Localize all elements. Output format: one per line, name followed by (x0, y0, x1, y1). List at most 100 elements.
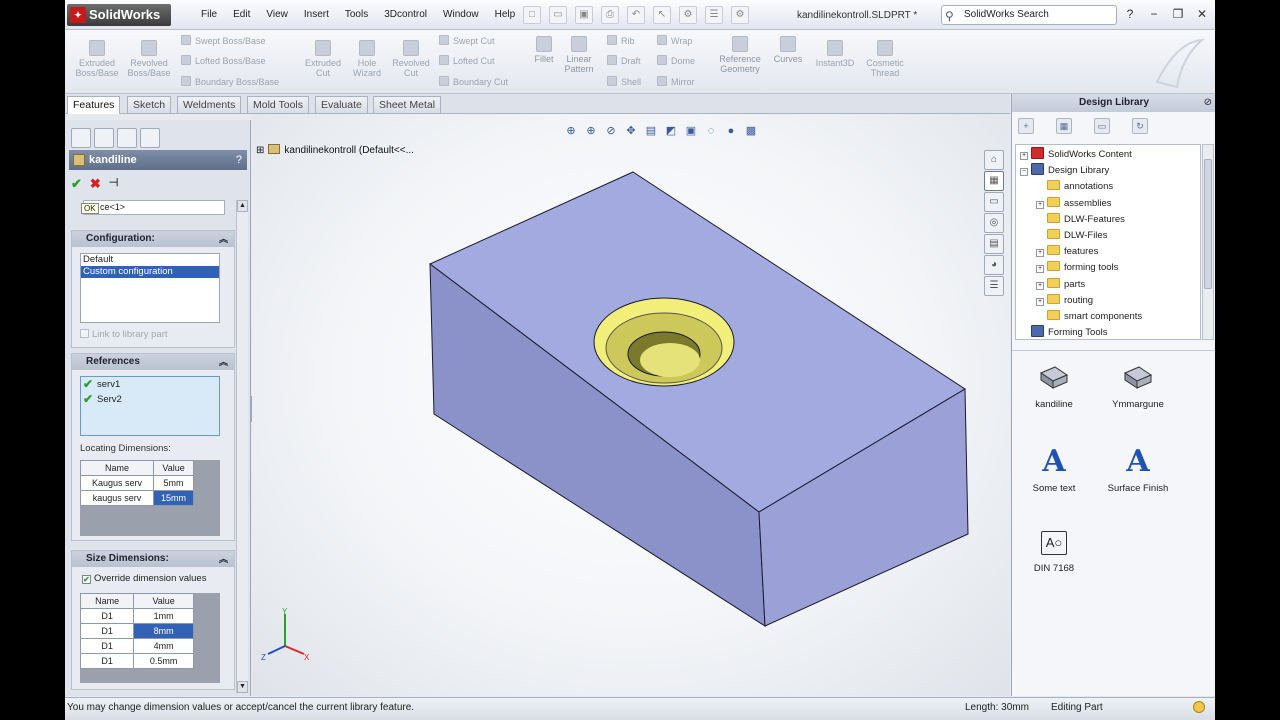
property-manager-scrollbar[interactable]: ▲ ▼ (236, 200, 248, 693)
hole-wizard-button[interactable]: Hole Wizard (345, 40, 389, 78)
menu-edit[interactable]: Edit (225, 9, 258, 20)
scroll-thumb[interactable] (1204, 159, 1212, 289)
tree-scrollbar[interactable] (1202, 144, 1214, 340)
references-header[interactable]: References ︽ (72, 354, 234, 370)
search-input[interactable]: ⚲ SolidWorks Search (941, 5, 1117, 25)
select-icon[interactable]: ↖ (653, 6, 671, 24)
tab-features[interactable]: Features (67, 96, 121, 114)
part-model[interactable] (252, 114, 1010, 696)
tree-node[interactable]: + SolidWorks Content (1020, 147, 1132, 163)
tab-sheet-metal[interactable]: Sheet Metal (373, 96, 442, 113)
menu-help[interactable]: Help (487, 9, 524, 20)
shell-button[interactable]: Shell (607, 76, 641, 88)
file-properties-icon[interactable]: ☰ (705, 6, 723, 24)
boundary-cut-button[interactable]: Boundary Cut (439, 76, 508, 88)
tab-weldments[interactable]: Weldments (177, 96, 242, 113)
collapse-icon[interactable]: ︽ (219, 354, 228, 370)
list-item[interactable]: ✔ Serv2 (81, 392, 219, 407)
revolved-boss-button[interactable]: Revolved Boss/Base (125, 40, 173, 78)
tree-node[interactable]: + features (1036, 244, 1098, 260)
file-explorer-tab-icon[interactable]: ▭ (984, 192, 1004, 212)
tree-node[interactable]: Forming Tools (1020, 325, 1108, 339)
menu-tools[interactable]: Tools (337, 9, 376, 20)
tree-node[interactable]: − Design Library (1020, 163, 1109, 179)
table-cell[interactable]: 5mm (153, 475, 194, 491)
library-item-some-text[interactable]: A Some text (1014, 445, 1094, 495)
expand-toggle-icon[interactable]: + (1036, 265, 1044, 274)
size-dimensions-header[interactable]: Size Dimensions: ︽ (72, 551, 234, 567)
references-list[interactable]: ✔ serv1 ✔ Serv2 (80, 376, 220, 436)
tab-evaluate[interactable]: Evaluate (315, 96, 368, 113)
new-icon[interactable]: □ (523, 6, 541, 24)
expand-toggle-icon[interactable]: + (1020, 152, 1028, 160)
rib-button[interactable]: Rib (607, 35, 635, 47)
view-palette-tab-icon[interactable]: ▤ (984, 234, 1004, 254)
add-file-location-icon[interactable]: ▦ (1056, 118, 1072, 134)
table-cell[interactable]: 4mm (133, 638, 194, 654)
tab-sketch[interactable]: Sketch (127, 96, 172, 113)
graphics-viewport[interactable]: ⊕ ⊕ ⊘ ✥ ▤ ◩ ▣ ◌ ● ▩ ⊞ kandilinekontroll (… (252, 114, 1010, 696)
custom-properties-tab-icon[interactable]: ☰ (984, 276, 1004, 296)
linear-pattern-button[interactable]: Linear Pattern (559, 36, 599, 74)
tree-node[interactable]: + routing (1036, 293, 1093, 309)
library-item-ymmargune[interactable]: Ymmargune (1098, 361, 1178, 410)
library-item-din-7168[interactable]: A○ DIN 7168 (1014, 525, 1094, 574)
list-item[interactable]: Custom configuration (81, 266, 219, 278)
placement-field[interactable]: ce<1> (83, 200, 225, 215)
tree-node[interactable]: DLW-Features (1036, 212, 1125, 228)
tree-node[interactable]: annotations (1036, 179, 1113, 195)
configuration-list[interactable]: Default Custom configuration (80, 253, 220, 323)
menu-3dcontrol[interactable]: 3Dcontrol (376, 9, 435, 20)
tree-node[interactable]: + assemblies (1036, 196, 1112, 212)
close-button[interactable]: ✕ (1195, 7, 1209, 21)
help-icon[interactable]: ? (236, 150, 242, 170)
rebuild-status-icon[interactable] (1193, 701, 1205, 713)
table-cell[interactable]: 15mm (153, 490, 194, 506)
instant3d-button[interactable]: Instant3D (813, 40, 857, 68)
tree-node[interactable]: DLW-Files (1036, 228, 1107, 244)
design-library-tab-icon[interactable]: ▦ (984, 171, 1004, 191)
menu-insert[interactable]: Insert (296, 9, 337, 20)
tree-node[interactable]: + parts (1036, 277, 1085, 293)
tree-node[interactable]: + forming tools (1036, 260, 1118, 276)
refresh-icon[interactable]: ↻ (1132, 118, 1148, 134)
extruded-boss-button[interactable]: Extruded Boss/Base (73, 40, 121, 78)
create-new-folder-icon[interactable]: ▭ (1094, 118, 1110, 134)
expand-toggle-icon[interactable]: + (1036, 249, 1044, 258)
swept-cut-button[interactable]: Swept Cut (439, 35, 495, 47)
configuration-manager-tab-icon[interactable] (117, 128, 137, 148)
menu-view[interactable]: View (258, 9, 296, 20)
search-tab-icon[interactable]: ◎ (984, 213, 1004, 233)
link-to-library-part-checkbox[interactable]: Link to library part (80, 329, 168, 340)
override-dimension-values-checkbox[interactable]: ✔ Override dimension values (82, 573, 206, 584)
pushpin-icon[interactable]: ⊣ (109, 176, 119, 192)
lofted-cut-button[interactable]: Lofted Cut (439, 55, 495, 67)
draft-button[interactable]: Draft (607, 55, 641, 67)
collapse-icon[interactable]: ︽ (219, 231, 228, 247)
wrap-button[interactable]: Wrap (657, 35, 692, 47)
restore-button[interactable]: ❐ (1171, 7, 1185, 21)
lofted-boss-button[interactable]: Lofted Boss/Base (181, 55, 266, 67)
mirror-button[interactable]: Mirror (657, 76, 695, 88)
extruded-cut-button[interactable]: Extruded Cut (299, 40, 347, 78)
scroll-down-icon[interactable]: ▼ (237, 681, 248, 693)
tree-node[interactable]: smart components (1036, 309, 1142, 325)
cosmetic-thread-button[interactable]: Cosmetic Thread (863, 40, 907, 78)
expand-toggle-icon[interactable]: − (1020, 168, 1028, 177)
ok-button[interactable]: ✔ (71, 176, 82, 192)
solidworks-resources-tab-icon[interactable]: ⌂ (984, 150, 1004, 170)
table-cell[interactable]: 1mm (133, 608, 194, 624)
configuration-header[interactable]: Configuration: ︽ (72, 231, 234, 247)
open-icon[interactable]: ▭ (549, 6, 567, 24)
save-icon[interactable]: ▣ (575, 6, 593, 24)
dimxpert-tab-icon[interactable] (140, 128, 160, 148)
table-cell[interactable]: 0.5mm (133, 653, 194, 669)
property-manager-tab-icon[interactable] (94, 128, 114, 148)
add-to-library-icon[interactable]: + (1018, 118, 1034, 134)
reference-geometry-button[interactable]: Reference Geometry (715, 36, 765, 74)
revolved-cut-button[interactable]: Revolved Cut (387, 40, 435, 78)
print-icon[interactable]: ⎙ (601, 6, 619, 24)
options-icon[interactable]: ⚙ (731, 6, 749, 24)
dome-button[interactable]: Dome (657, 55, 695, 67)
fillet-button[interactable]: Fillet (529, 36, 559, 64)
